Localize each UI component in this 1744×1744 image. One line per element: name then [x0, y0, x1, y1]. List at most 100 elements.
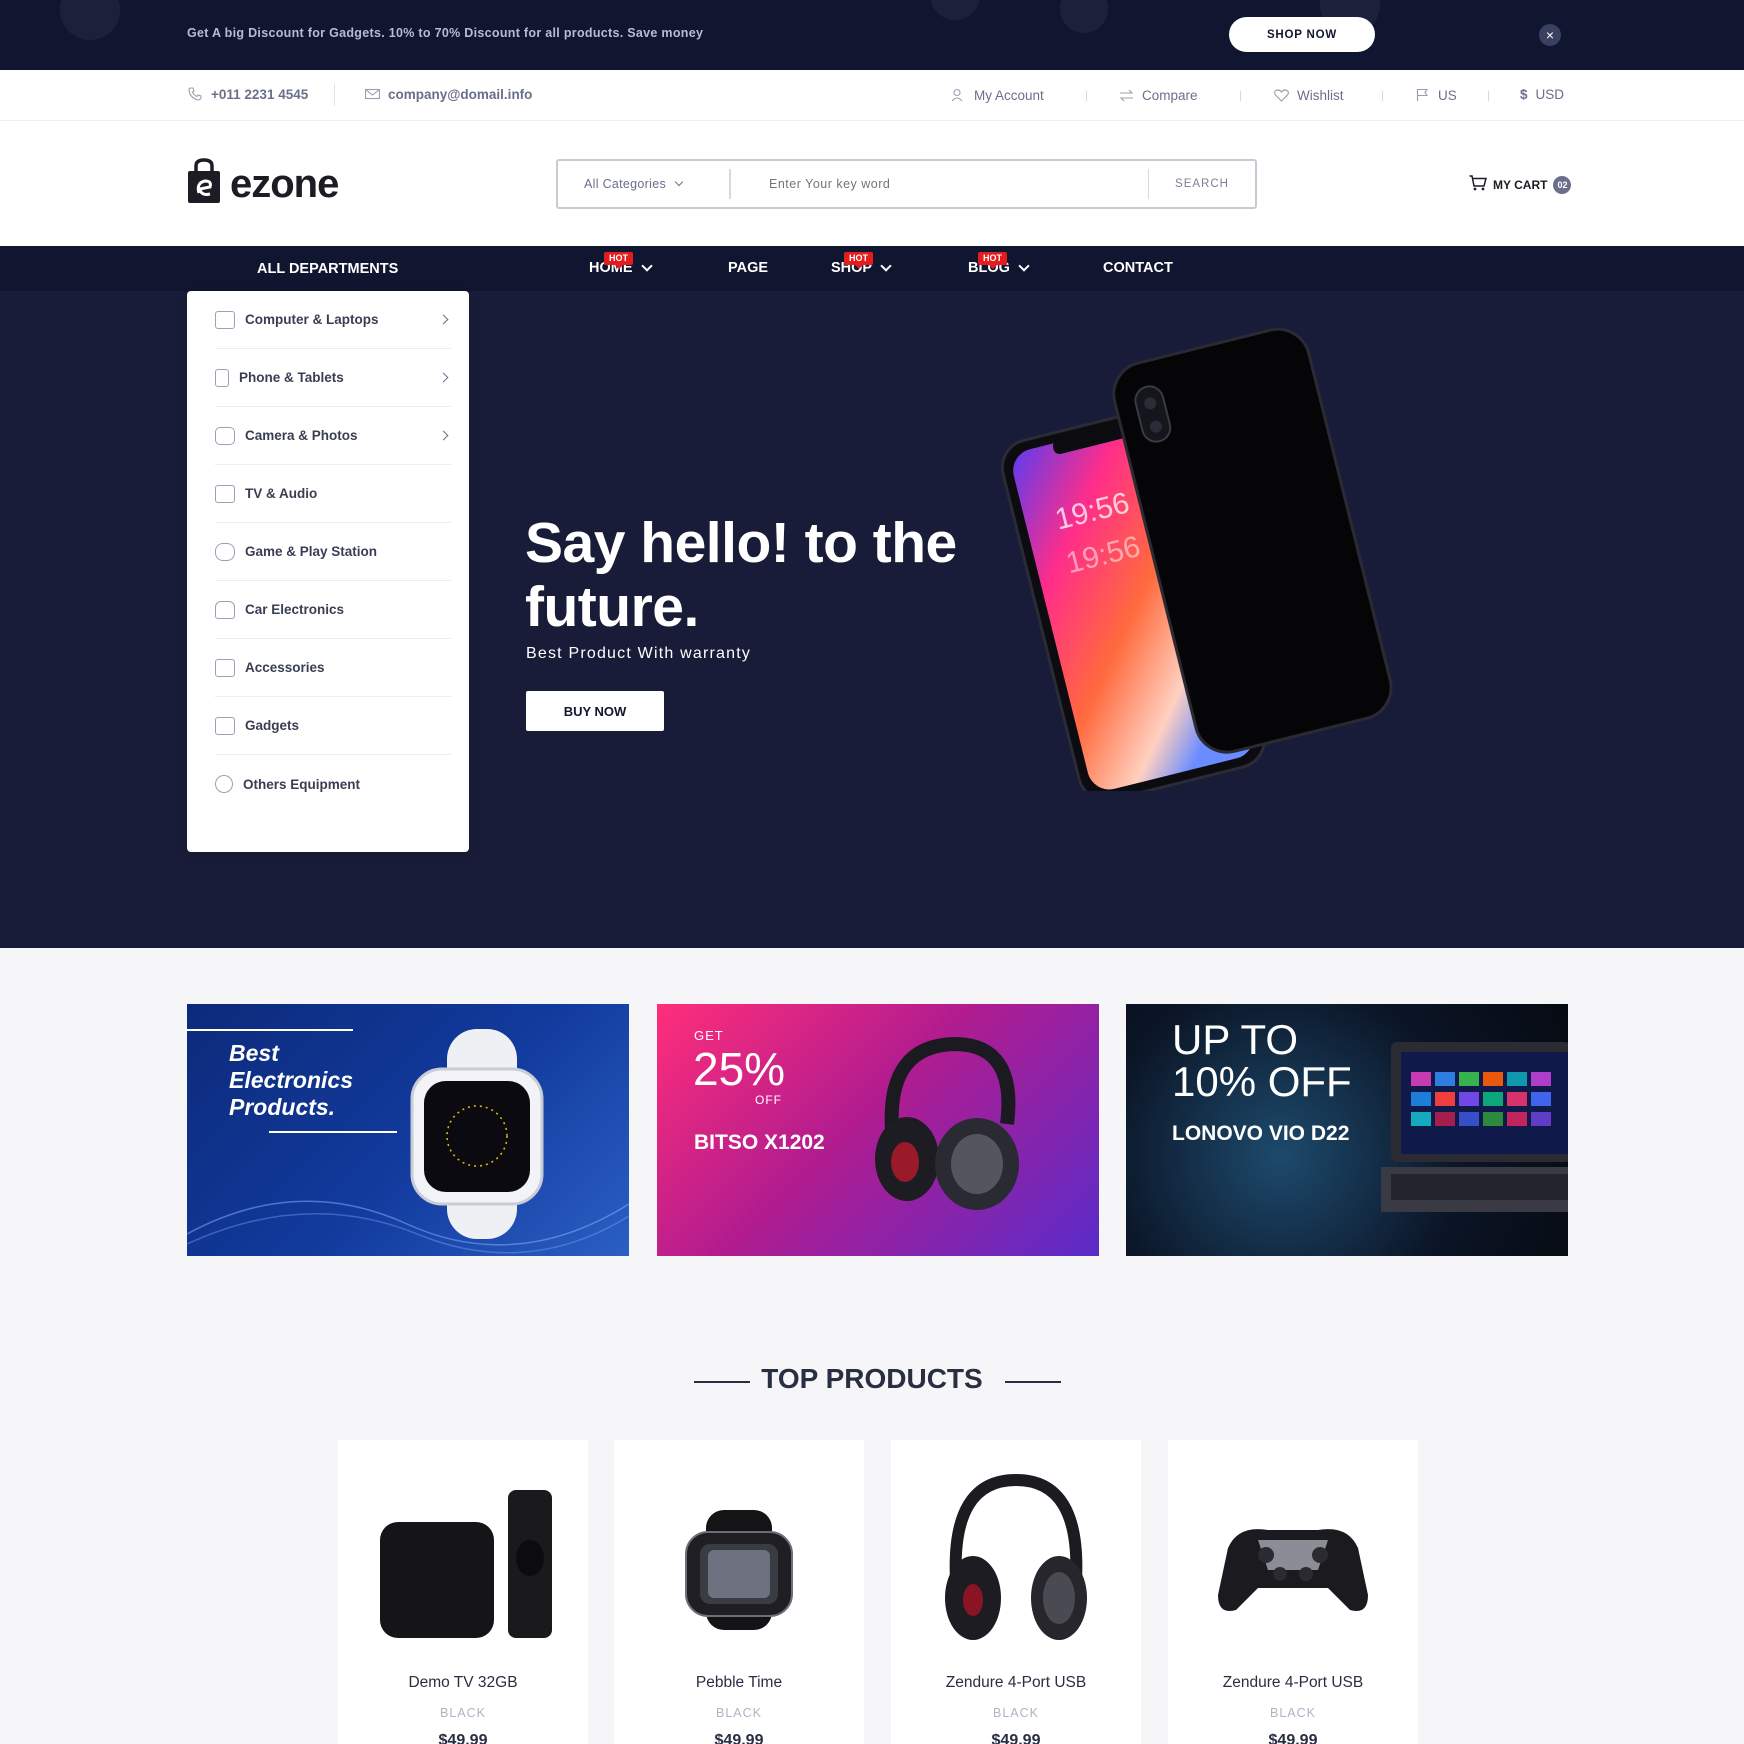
promo-decoration [60, 0, 120, 40]
product-card[interactable]: Zendure 4-Port USB BLACK $49.99 [891, 1440, 1141, 1744]
category-select[interactable]: All Categories [558, 169, 731, 199]
hot-badge: HOT [844, 252, 873, 269]
product-card[interactable]: Zendure 4-Port USB BLACK $49.99 [1168, 1440, 1418, 1744]
banner-title-line: UP TO [1172, 1016, 1299, 1063]
department-item[interactable]: Gadgets [215, 697, 451, 755]
promo-decoration [930, 0, 980, 20]
product-color: BLACK [716, 1706, 762, 1720]
departments-menu: Computer & Laptops Phone & Tablets Camer… [187, 291, 469, 852]
phone-icon [187, 86, 203, 102]
language-selector[interactable]: US [1414, 87, 1457, 103]
banner-line [269, 1131, 397, 1133]
currency-selector[interactable]: $ USD [1520, 87, 1564, 102]
search-button[interactable]: SEARCH [1149, 178, 1255, 190]
chevron-down-icon [1018, 260, 1030, 272]
heart-icon [1273, 87, 1289, 103]
divider [1382, 91, 1383, 101]
promo-text: Get A big Discount for Gadgets. 10% to 7… [187, 26, 704, 40]
product-color: BLACK [993, 1706, 1039, 1720]
department-item[interactable]: Computer & Laptops [215, 291, 451, 349]
department-item[interactable]: Car Electronics [215, 581, 451, 639]
divider [1488, 91, 1489, 101]
promo-decoration [1060, 0, 1108, 33]
dollar-icon: $ [1520, 87, 1528, 102]
tv-icon [215, 484, 235, 503]
category-select-label: All Categories [584, 177, 667, 191]
laptop-image [1381, 1042, 1568, 1212]
search-input[interactable] [731, 169, 1149, 199]
all-departments-toggle[interactable]: ALL DEPARTMENTS [257, 261, 398, 277]
department-label: Car Electronics [245, 602, 345, 617]
wishlist-link[interactable]: Wishlist [1273, 87, 1344, 103]
gamepad-image [1218, 1529, 1368, 1611]
gamepad-icon [215, 542, 235, 561]
nav-item-page[interactable]: PAGE [728, 260, 768, 276]
headphones-image [945, 1473, 1087, 1640]
cart-icon [1469, 175, 1487, 194]
banner-get-label: GET [694, 1028, 724, 1043]
nav-item-blog[interactable]: HOT BLOG [968, 252, 1030, 276]
product-card[interactable]: Demo TV 32GB BLACK $49.99 [338, 1440, 588, 1744]
compare-link[interactable]: Compare [1118, 87, 1198, 103]
department-item[interactable]: Accessories [215, 639, 451, 697]
nav-item-label: PAGE [728, 260, 769, 276]
utility-bar: +011 2231 4545 company@domail.info My Ac… [0, 70, 1744, 121]
nav-item-home[interactable]: HOT HOME [589, 252, 653, 276]
hot-badge: HOT [604, 252, 633, 269]
email-address: company@domail.info [388, 86, 533, 102]
banner-off-label: OFF [755, 1093, 782, 1107]
divider [1240, 91, 1241, 101]
search-bar: All Categories SEARCH [556, 159, 1257, 209]
department-label: Computer & Laptops [245, 312, 379, 327]
department-item[interactable]: Camera & Photos [215, 407, 451, 465]
nav-item-contact[interactable]: CONTACT [1103, 260, 1173, 276]
department-item[interactable]: Game & Play Station [215, 523, 451, 581]
department-item[interactable]: Phone & Tablets [215, 349, 451, 407]
shop-now-button[interactable]: SHOP NOW [1229, 17, 1375, 52]
mail-icon [364, 86, 380, 102]
language-label: US [1438, 87, 1457, 103]
cart-count-badge: 02 [1553, 175, 1572, 194]
banner-line [187, 1029, 353, 1031]
smartwatch-image [685, 1510, 793, 1630]
product-price: $49.99 [438, 1732, 488, 1744]
my-account-label: My Account [974, 87, 1044, 103]
phone-tablet-icon [215, 368, 229, 387]
product-name: Pebble Time [695, 1674, 783, 1691]
section-divider-line [1005, 1381, 1061, 1383]
gadgets-icon [215, 716, 235, 735]
department-label: Game & Play Station [245, 544, 378, 559]
nav-item-shop[interactable]: HOT SHOP [831, 252, 892, 276]
equipment-icon [215, 775, 233, 793]
promo-banner-watch[interactable]: Best Electronics Products. [187, 1004, 629, 1256]
promo-banner-headphones[interactable]: GET 25% OFF BITSO X1202 [657, 1004, 1099, 1256]
cart-button[interactable]: MY CART 02 [1469, 175, 1572, 194]
chevron-down-icon [640, 260, 653, 272]
product-name: Zendure 4-Port USB [945, 1674, 1087, 1691]
flag-icon [1414, 87, 1430, 103]
chevron-right-icon [438, 430, 449, 441]
promo-banner-laptop[interactable]: UP TO 10% OFF LONOVO VIO D22 [1126, 1004, 1568, 1256]
department-label: Camera & Photos [245, 428, 358, 443]
cart-label: MY CART [1493, 177, 1548, 192]
section-title: TOP PRODUCTS [761, 1363, 983, 1394]
my-account-link[interactable]: My Account [950, 87, 1044, 103]
chevron-down-icon [880, 260, 892, 272]
hero-subtitle: Best Product With warranty [526, 645, 752, 662]
phone-contact[interactable]: +011 2231 4545 [187, 86, 308, 102]
department-item[interactable]: TV & Audio [215, 465, 451, 523]
banner-title-line: Electronics [229, 1067, 353, 1093]
main-navigation: ALL DEPARTMENTS HOT HOME PAGE HOT SHOP H… [0, 246, 1744, 291]
camera-icon [215, 426, 235, 445]
user-icon [950, 87, 966, 103]
department-label: TV & Audio [245, 486, 318, 501]
computer-icon [215, 310, 235, 329]
product-card[interactable]: Pebble Time BLACK $49.99 [614, 1440, 864, 1744]
department-item[interactable]: Others Equipment [215, 755, 451, 813]
logo[interactable]: ezone [186, 158, 339, 204]
shopping-bag-logo-icon [186, 158, 222, 204]
close-icon[interactable]: × [1539, 24, 1561, 46]
email-contact[interactable]: company@domail.info [364, 86, 532, 102]
buy-now-button[interactable]: BUY NOW [526, 691, 664, 731]
product-price: $49.99 [991, 1732, 1041, 1744]
